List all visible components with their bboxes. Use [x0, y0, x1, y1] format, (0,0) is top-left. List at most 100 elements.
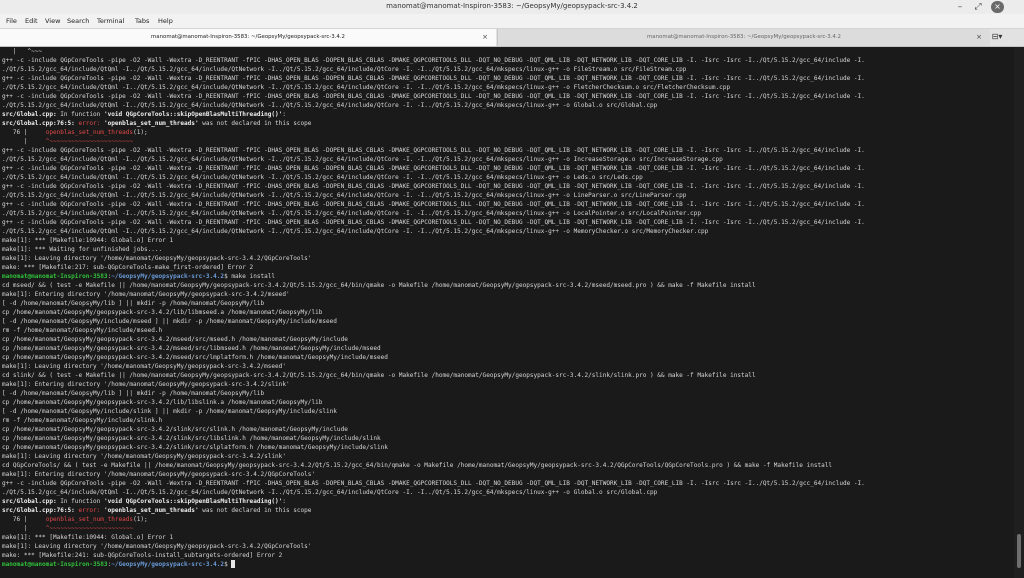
error-text: error:: [78, 120, 104, 127]
line-text: g++ -c -include QGpCoreTools -pipe -O2 -…: [2, 93, 865, 100]
line-text: g++ -c -include QGpCoreTools -pipe -O2 -…: [2, 147, 865, 154]
line-text: (1);: [133, 516, 148, 523]
line-text: rm -f /home/manomat/GeopsyMy/include/mse…: [2, 327, 163, 334]
line-text: In function: [56, 111, 104, 118]
terminal-line: manomat@manomat-Inspiron-3583:~/GeopsyMy…: [2, 560, 236, 569]
terminal-line: [ -d /home/manomat/GeopsyMy/lib ] || mkd…: [2, 389, 264, 398]
terminal-line: ./Qt/5.15.2/gcc_64/include/QtQml -I../Qt…: [2, 155, 723, 164]
terminal-line: g++ -c -include QGpCoreTools -pipe -O2 -…: [2, 200, 865, 209]
terminal-line: g++ -c -include QGpCoreTools -pipe -O2 -…: [2, 164, 865, 173]
terminal-line: [ -d /home/manomat/GeopsyMy/lib ] || mkd…: [2, 299, 264, 308]
terminal-line: cp /home/manomat/GeopsyMy/geopsypack-src…: [2, 425, 348, 434]
terminal-line: g++ -c -include QGpCoreTools -pipe -O2 -…: [2, 74, 865, 83]
error-text: error:: [78, 507, 104, 514]
line-text: g++ -c -include QGpCoreTools -pipe -O2 -…: [2, 480, 865, 487]
terminal-line: make[1]: Leaving directory '/home/manoma…: [2, 254, 311, 263]
terminal-line: ./Qt/5.15.2/gcc_64/include/QtQml -I../Qt…: [2, 488, 657, 497]
terminal-line: src/Global.cpp: In function 'void QGpCor…: [2, 497, 286, 506]
terminal-line: make[1]: Entering directory '/home/manom…: [2, 290, 290, 299]
close-window-icon[interactable]: ×: [991, 1, 1004, 13]
terminal-line: ./Qt/5.15.2/gcc_64/include/QtQml -I../Qt…: [2, 101, 657, 110]
line-text: cp /home/manomat/GeopsyMy/geopsypack-src…: [2, 399, 323, 406]
scrollbar[interactable]: [1014, 47, 1024, 578]
line-text: make[1]: Entering directory '/home/manom…: [2, 381, 290, 388]
terminal-line: manomat@manomat-Inspiron-3583:~/GeopsyMy…: [2, 272, 275, 281]
line-text: ./Qt/5.15.2/gcc_64/include/QtQml -I../Qt…: [2, 102, 658, 109]
line-text: make[1]: *** Waiting for unfinished jobs…: [2, 246, 163, 253]
tab-close-icon[interactable]: ×: [976, 33, 982, 41]
terminal-line: make[1]: Entering directory '/home/manom…: [2, 380, 290, 389]
line-text: cp /home/manomat/GeopsyMy/geopsypack-src…: [2, 309, 323, 316]
prompt-user: manomat@manomat-Inspiron-3583: [2, 273, 108, 280]
line-text: cp /home/manomat/GeopsyMy/geopsypack-src…: [2, 354, 388, 361]
terminal-line: g++ -c -include QGpCoreTools -pipe -O2 -…: [2, 146, 865, 155]
terminal-line: ./Qt/5.15.2/gcc_64/include/QtQml -I../Qt…: [2, 209, 701, 218]
line-text: [ -d /home/manomat/GeopsyMy/lib ] || mkd…: [2, 390, 265, 397]
line-text: cd slink/ && ( test -e Makefile || /home…: [2, 372, 756, 379]
terminal-line: make[1]: Entering directory '/home/manom…: [2, 470, 315, 479]
tab-terminal-2[interactable]: manomat@manomat-Inspiron-3583: ~/GeopsyM…: [497, 29, 990, 46]
line-text: make[1]: Entering directory '/home/manom…: [2, 471, 316, 478]
prompt-user: manomat@manomat-Inspiron-3583: [2, 561, 108, 568]
title-bar[interactable]: manomat@manomat-Inspiron-3583: ~/GeopsyM…: [0, 0, 1024, 15]
line-text: src/Global.cpp:76:5:: [2, 507, 79, 514]
line-text: ./Qt/5.15.2/gcc_64/include/QtQml -I../Qt…: [2, 156, 723, 163]
line-text: make[1]: Leaving directory '/home/manoma…: [2, 363, 286, 370]
terminal-line: cp /home/manomat/GeopsyMy/geopsypack-src…: [2, 398, 322, 407]
line-text: [ -d /home/manomat/GeopsyMy/include/slin…: [2, 408, 337, 415]
line-text: ./Qt/5.15.2/gcc_64/include/QtQml -I../Qt…: [2, 174, 643, 181]
line-text: cp /home/manomat/GeopsyMy/geopsypack-src…: [2, 435, 381, 442]
menu-help[interactable]: Help: [158, 17, 173, 25]
line-text: $ make install: [224, 273, 276, 280]
terminal-line: ./Qt/5.15.2/gcc_64/include/QtQml -I../Qt…: [2, 65, 686, 74]
maximize-icon[interactable]: ⤢: [972, 1, 984, 13]
line-text: ./Qt/5.15.2/gcc_64/include/QtQml -I../Qt…: [2, 489, 658, 496]
menu-tabs[interactable]: Tabs: [135, 17, 149, 25]
terminal-line: cp /home/manomat/GeopsyMy/geopsypack-src…: [2, 353, 388, 362]
menu-view[interactable]: View: [45, 17, 60, 25]
terminal-line: cp /home/manomat/GeopsyMy/geopsypack-src…: [2, 308, 322, 317]
line-text: g++ -c -include QGpCoreTools -pipe -O2 -…: [2, 201, 865, 208]
tab-menu-icon[interactable]: ⊟▾: [990, 32, 1004, 43]
minimize-icon[interactable]: –: [954, 1, 966, 13]
terminal-line: cd mseed/ && ( test -e Makefile || /home…: [2, 281, 756, 290]
line-text: make[1]: Entering directory '/home/manom…: [2, 291, 290, 298]
menu-terminal[interactable]: Terminal: [97, 17, 124, 25]
terminal-line: ./Qt/5.15.2/gcc_64/include/QtQml -I../Qt…: [2, 227, 708, 236]
menu-file[interactable]: File: [6, 17, 17, 25]
tab-close-icon[interactable]: ×: [482, 33, 488, 41]
line-text: |: [2, 138, 46, 145]
line-text: was not declared in this scope: [198, 120, 312, 127]
terminal-output[interactable]: | ^~~~ g++ -c -include QGpCoreTools -pipe…: [0, 47, 1014, 578]
line-text: 76 |: [2, 129, 46, 136]
line-text: g++ -c -include QGpCoreTools -pipe -O2 -…: [2, 75, 865, 82]
line-text: cp /home/manomat/GeopsyMy/geopsypack-src…: [2, 426, 348, 433]
terminal-line: cd slink/ && ( test -e Makefile || /home…: [2, 371, 756, 380]
line-text: make: *** [Makefile:217: sub-QGpCoreTool…: [2, 264, 254, 271]
menu-edit[interactable]: Edit: [25, 17, 38, 25]
terminal-line: ./Qt/5.15.2/gcc_64/include/QtQml -I../Qt…: [2, 173, 643, 182]
tab-label: manomat@manomat-Inspiron-3583: ~/GeopsyM…: [647, 34, 841, 40]
terminal-line: | ^~~~~~~~~~~~~~~~~~~~~~~~: [2, 524, 133, 533]
menu-search[interactable]: Search: [67, 17, 89, 25]
menu-bar: File Edit View Search Terminal Tabs Help: [0, 14, 1024, 29]
prompt-path: ~/GeopsyMy/geopsypack-src-3.4.2: [111, 561, 225, 568]
terminal-line: [ -d /home/manomat/GeopsyMy/include/msee…: [2, 317, 337, 326]
terminal-line: make[1]: *** [Makefile:10944: Global.o] …: [2, 533, 173, 542]
line-text: src/Global.cpp:: [2, 498, 57, 505]
terminal-line: 76 | openblas_set_num_threads(1);: [2, 128, 148, 137]
tab-terminal-1[interactable]: manomat@manomat-Inspiron-3583: ~/GeopsyM…: [0, 29, 496, 46]
line-text: ./Qt/5.15.2/gcc_64/include/QtQml -I../Qt…: [2, 66, 687, 73]
terminal-line: make[1]: *** [Makefile:10944: Global.o] …: [2, 236, 173, 245]
terminal-line: src/Global.cpp: In function 'void QGpCor…: [2, 110, 286, 119]
line-text: was not declared in this scope: [198, 507, 312, 514]
terminal-line: | ^~~~: [2, 47, 42, 56]
line-text: :: [282, 498, 286, 505]
terminal-line: cp /home/manomat/GeopsyMy/geopsypack-src…: [2, 344, 381, 353]
terminal-line: 76 | openblas_set_num_threads(1);: [2, 515, 148, 524]
terminal-line: src/Global.cpp:76:5: error: 'openblas_se…: [2, 506, 311, 515]
line-text: 'openblas_set_num_threads': [103, 120, 199, 127]
terminal-line: make[1]: Leaving directory '/home/manoma…: [2, 362, 286, 371]
text-cursor: [231, 560, 236, 568]
scrollbar-thumb[interactable]: [1017, 534, 1021, 568]
